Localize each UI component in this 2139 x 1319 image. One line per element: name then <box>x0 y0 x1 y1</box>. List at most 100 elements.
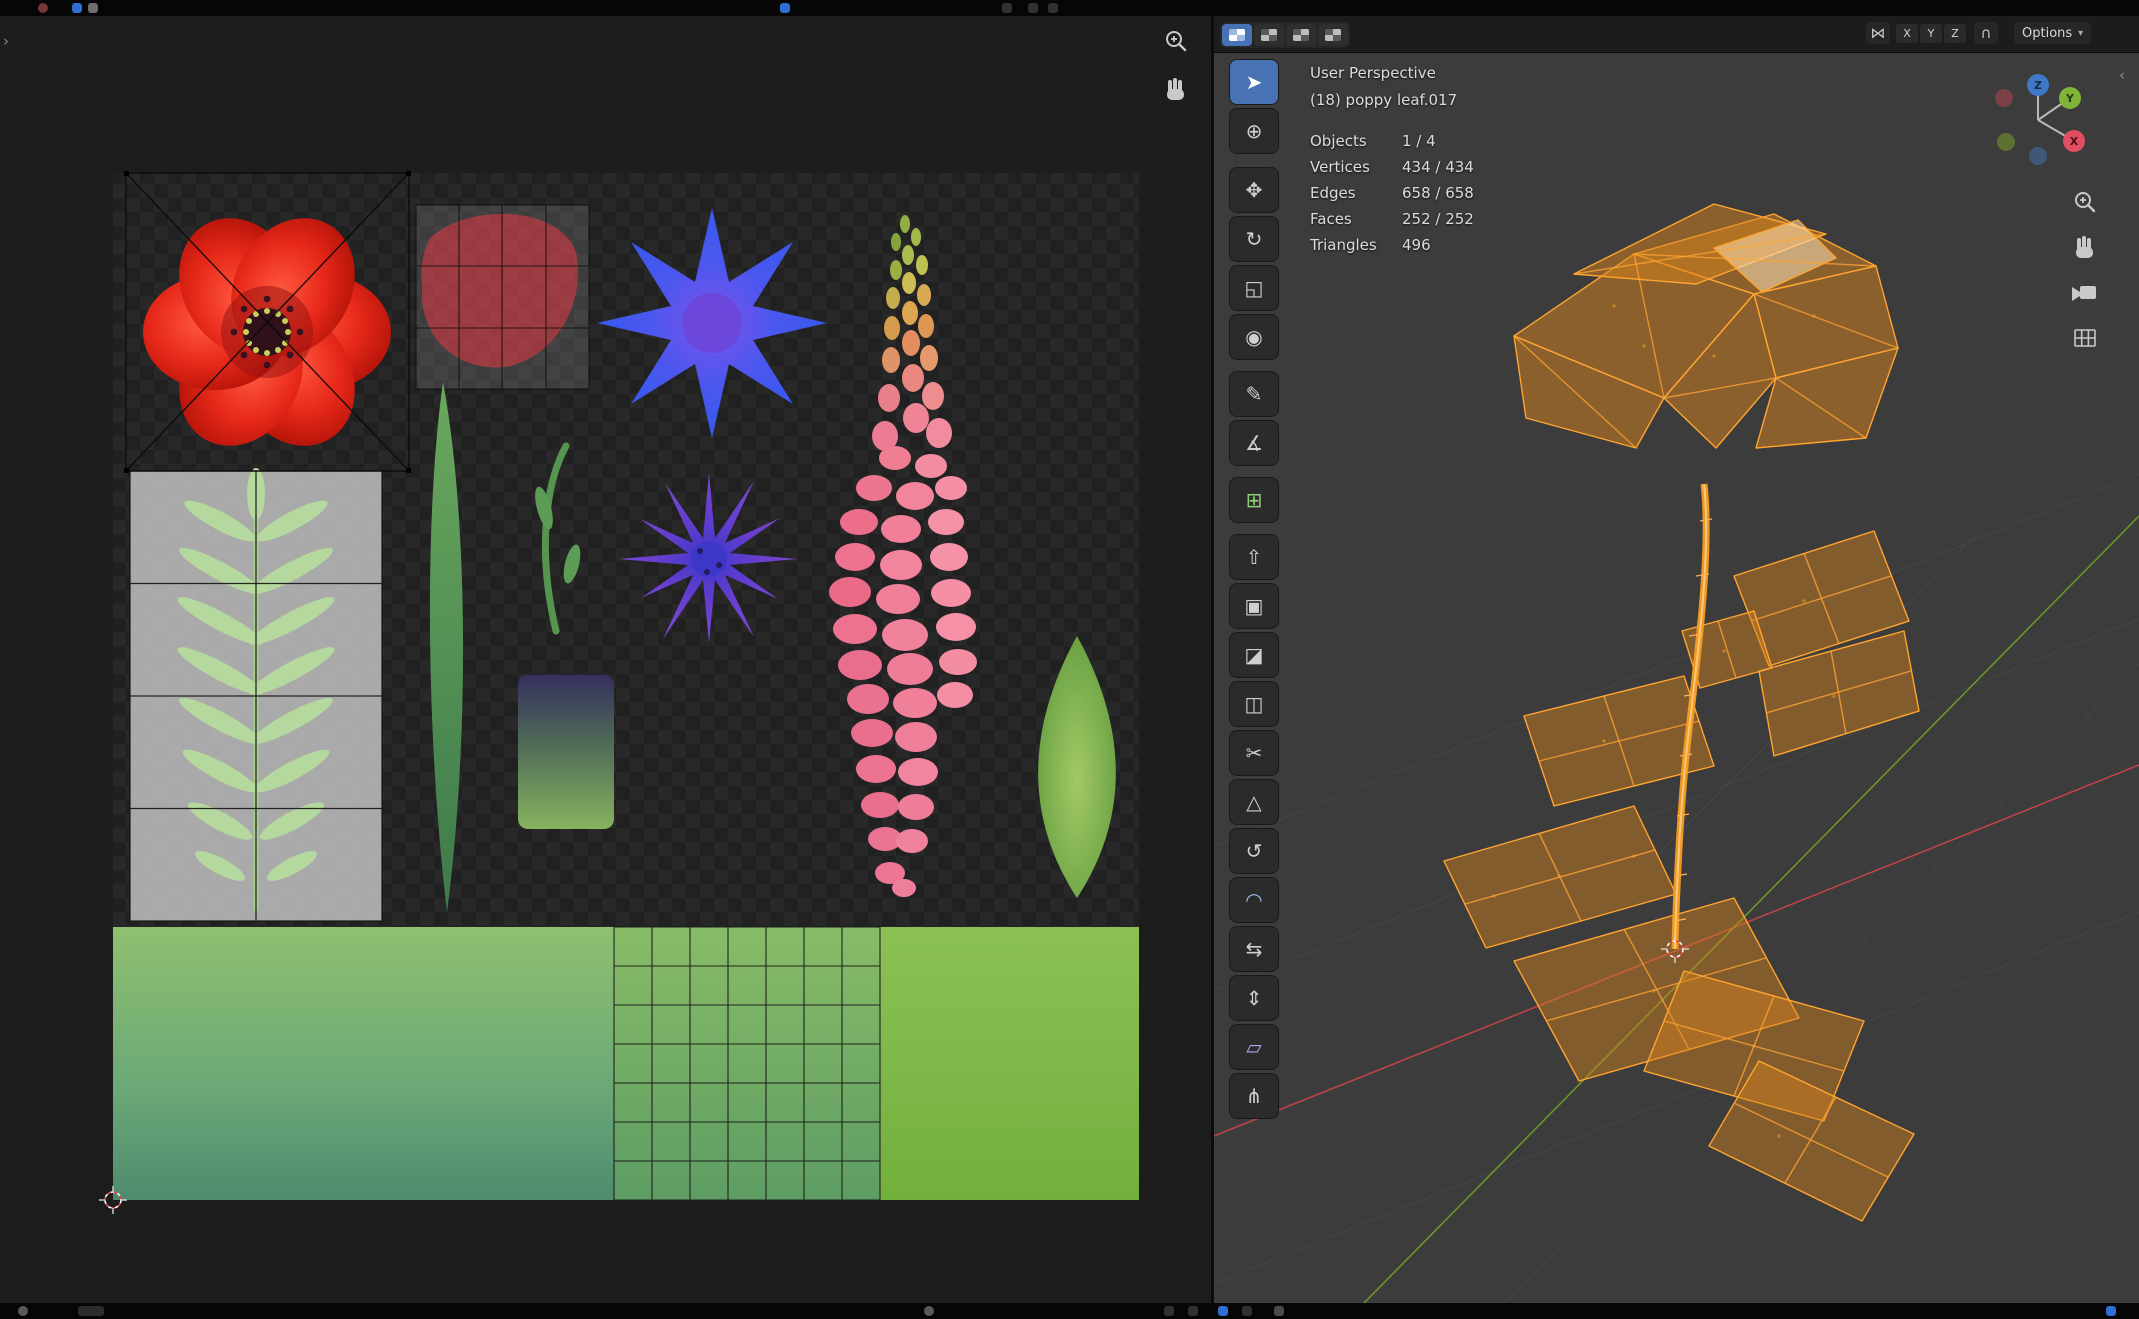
spin-icon: ↺ <box>1246 839 1263 863</box>
knife-icon: ✂ <box>1246 741 1263 765</box>
taskbar-icon[interactable] <box>924 1306 934 1316</box>
tool-rotate-button[interactable]: ↻ <box>1230 217 1278 261</box>
tool-cursor-button[interactable]: ⊕ <box>1230 109 1278 153</box>
select-mode-edge[interactable] <box>1254 24 1284 46</box>
tool-inset-faces-button[interactable]: ▣ <box>1230 584 1278 628</box>
inset-faces-icon: ▣ <box>1245 594 1264 618</box>
tool-shrink-fatten-button[interactable]: ⇕ <box>1230 976 1278 1020</box>
statistics-table: Objects 1 / 4 Vertices 434 / 434 Edges 6… <box>1310 128 1474 258</box>
tool-scale-button[interactable]: ◱ <box>1230 266 1278 310</box>
measure-icon: ∡ <box>1245 431 1263 455</box>
taskbar-icon[interactable] <box>1242 1306 1252 1316</box>
tool-tweak-select-button[interactable]: ➤ <box>1230 60 1278 104</box>
smooth-icon: ◠ <box>1245 888 1262 912</box>
petal-uv-island[interactable] <box>416 205 589 389</box>
uv-pan-button[interactable] <box>1159 72 1193 106</box>
shear-icon: ▱ <box>1246 1035 1261 1059</box>
rip-region-icon: ⋔ <box>1246 1084 1263 1108</box>
camera-icon <box>2071 280 2099 306</box>
topbar-icon[interactable] <box>38 3 48 13</box>
snap-icon[interactable]: ∩ <box>1974 22 1998 44</box>
tool-loop-cut-button[interactable]: ◫ <box>1230 682 1278 726</box>
move-icon: ✥ <box>1246 178 1263 202</box>
mirror-icon[interactable]: ⋈ <box>1866 22 1890 44</box>
tool-transform-button[interactable]: ◉ <box>1230 315 1278 359</box>
taskbar-arrow-icon[interactable] <box>1274 1306 1284 1316</box>
navigation-gizmo[interactable]: Z Y X <box>1983 60 2093 180</box>
shrink-fatten-icon: ⇕ <box>1246 986 1263 1010</box>
topbar-icon[interactable] <box>72 3 82 13</box>
select-mode-face[interactable] <box>1286 24 1316 46</box>
bevel-icon: ◪ <box>1245 643 1264 667</box>
transform-icon: ◉ <box>1245 325 1262 349</box>
gizmo-x-label: X <box>2070 135 2079 148</box>
tool-shear-button[interactable]: ▱ <box>1230 1025 1278 1069</box>
gradient-swatch-texture[interactable] <box>518 675 614 829</box>
taskbar-icon[interactable] <box>78 1306 104 1316</box>
tool-move-button[interactable]: ✥ <box>1230 168 1278 212</box>
tool-edge-slide-button[interactable]: ⇆ <box>1230 927 1278 971</box>
taskbar-icon[interactable] <box>18 1306 28 1316</box>
viewport-header: ⋈ X Y Z ∩ Options ▾ <box>1214 16 2139 53</box>
edge-slide-icon: ⇆ <box>1246 937 1263 961</box>
viewport-zoom-button[interactable] <box>2068 185 2102 219</box>
rotate-icon: ↻ <box>1246 227 1263 251</box>
island-select-icon <box>1325 29 1341 41</box>
tool-smooth-button[interactable]: ◠ <box>1230 878 1278 922</box>
blue-star-flower-texture[interactable] <box>597 208 827 438</box>
editor-divider[interactable] <box>1211 16 1214 1303</box>
hand-icon <box>1163 76 1189 102</box>
viewport-camera-button[interactable] <box>2068 276 2102 310</box>
viewport-3d[interactable]: ⋈ X Y Z ∩ Options ▾ ➤ ⊕ ✥ ↻ ◱ ◉ ✎ ∡ ⊞ ⇧ … <box>1214 16 2139 1303</box>
tool-extrude-region-button[interactable]: ⇧ <box>1230 535 1278 579</box>
select-mode-vertex[interactable] <box>1222 24 1252 46</box>
tool-knife-button[interactable]: ✂ <box>1230 731 1278 775</box>
face-select-icon <box>1293 29 1309 41</box>
gizmo-neg-z-ball[interactable] <box>2029 147 2047 165</box>
tool-annotate-button[interactable]: ✎ <box>1230 372 1278 416</box>
uv-canvas[interactable] <box>0 16 1211 1303</box>
top-system-bar <box>0 0 2139 16</box>
stat-row-objects: Objects 1 / 4 <box>1310 128 1474 154</box>
options-dropdown[interactable]: Options ▾ <box>2014 22 2091 44</box>
poly-build-icon: △ <box>1246 790 1261 814</box>
taskbar-icon[interactable] <box>1188 1306 1198 1316</box>
taskbar-icon[interactable] <box>1218 1306 1228 1316</box>
stat-row-edges: Edges 658 / 658 <box>1310 180 1474 206</box>
panel-collapse-arrow[interactable]: ‹ <box>2119 66 2125 84</box>
magnifier-plus-icon <box>1163 28 1189 54</box>
select-mode-island[interactable] <box>1318 24 1348 46</box>
mirror-z-button[interactable]: Z <box>1944 24 1966 43</box>
vertex-select-icon <box>1229 29 1245 41</box>
uv-zoom-button[interactable] <box>1159 24 1193 58</box>
uv-image-editor[interactable]: › <box>0 16 1211 1303</box>
viewport-pan-button[interactable] <box>2068 230 2102 264</box>
blender-window: › <box>0 0 2139 1319</box>
bottom-system-bar <box>0 1303 2139 1319</box>
tweak-select-icon: ➤ <box>1246 70 1263 94</box>
topbar-icon[interactable] <box>780 3 790 13</box>
fern-leaf-uv-island[interactable] <box>130 468 382 921</box>
gizmo-neg-y-ball[interactable] <box>1997 133 2015 151</box>
mirror-x-button[interactable]: X <box>1896 24 1918 43</box>
tool-spin-button[interactable]: ↺ <box>1230 829 1278 873</box>
add-cube-icon: ⊞ <box>1246 488 1263 512</box>
tool-poly-build-button[interactable]: △ <box>1230 780 1278 824</box>
mirror-y-button[interactable]: Y <box>1920 24 1942 43</box>
tool-measure-button[interactable]: ∡ <box>1230 421 1278 465</box>
topbar-icon[interactable] <box>1002 3 1012 13</box>
tool-rip-region-button[interactable]: ⋔ <box>1230 1074 1278 1118</box>
cursor-icon: ⊕ <box>1246 119 1263 143</box>
panel-expand-arrow[interactable]: › <box>3 32 9 50</box>
taskbar-icon[interactable] <box>1164 1306 1174 1316</box>
gizmo-neg-x-ball[interactable] <box>1995 89 2013 107</box>
tool-add-cube-button[interactable]: ⊞ <box>1230 478 1278 522</box>
topbar-icon[interactable] <box>1028 3 1038 13</box>
gizmo-z-label: Z <box>2034 79 2042 92</box>
topbar-icon[interactable] <box>1048 3 1058 13</box>
taskbar-icon[interactable] <box>2106 1306 2116 1316</box>
tool-bevel-button[interactable]: ◪ <box>1230 633 1278 677</box>
texture-green-bands <box>113 927 1139 1200</box>
viewport-orthographic-button[interactable] <box>2068 321 2102 355</box>
topbar-icon[interactable] <box>88 3 98 13</box>
